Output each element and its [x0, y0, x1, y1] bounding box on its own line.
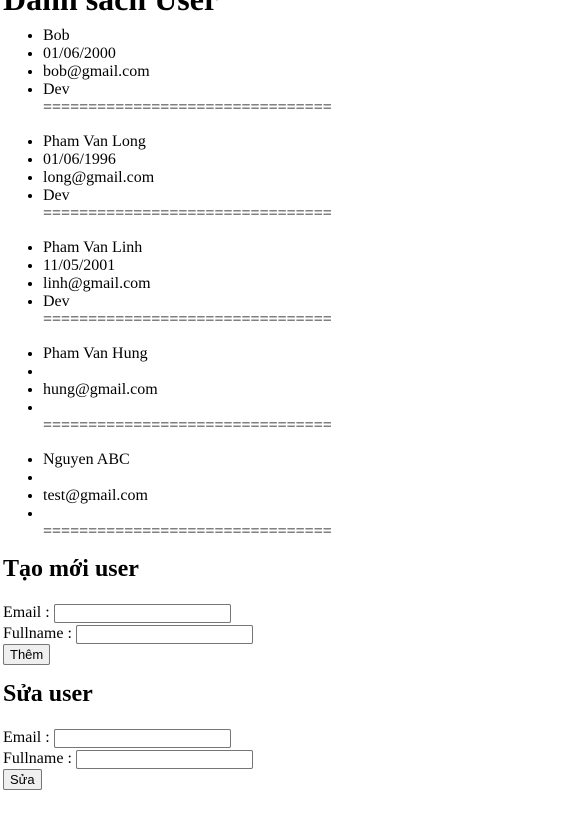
- create-fullname-input[interactable]: [75, 624, 253, 644]
- separator: ================================: [43, 205, 332, 222]
- user-role: Dev: [43, 81, 558, 99]
- user-email: test@gmail.com: [43, 487, 558, 505]
- user-details: Bob 01/06/2000 bob@gmail.com Dev: [3, 27, 558, 99]
- create-email-row: Email :: [3, 602, 558, 623]
- user-email: long@gmail.com: [43, 169, 558, 187]
- edit-user-heading: Sửa user: [3, 681, 93, 707]
- user-birthday: 11/05/2001: [43, 257, 558, 275]
- page: Danh sách User Bob 01/06/2000 bob@gmail.…: [3, 0, 558, 790]
- edit-form-body: Email : Fullname : Sửa: [3, 727, 558, 790]
- user-role: Dev: [43, 293, 558, 311]
- user-birthday: 01/06/1996: [43, 151, 558, 169]
- user-name: Pham Van Linh: [43, 239, 558, 257]
- user-birthday: [43, 363, 558, 381]
- user-birthday: [43, 469, 558, 487]
- separator: ================================: [43, 99, 332, 116]
- user-details: Pham Van Hung hung@gmail.com: [3, 345, 558, 417]
- edit-user-form: Email : Fullname : Sửa: [3, 727, 558, 790]
- separator: ================================: [43, 523, 332, 540]
- user-role: Dev: [43, 187, 558, 205]
- user-card: Pham Van Hung hung@gmail.com ===========…: [3, 345, 558, 435]
- create-email-input[interactable]: [53, 603, 231, 623]
- edit-button-row: Sửa: [3, 769, 558, 790]
- create-user-form: Email : Fullname : Thêm: [3, 602, 558, 665]
- user-details: Nguyen ABC test@gmail.com: [3, 451, 558, 523]
- user-name: Bob: [43, 27, 558, 45]
- page-title: Danh sách User: [3, 0, 558, 18]
- user-card: Bob 01/06/2000 bob@gmail.com Dev =======…: [3, 27, 558, 117]
- user-email: bob@gmail.com: [43, 63, 558, 81]
- create-form-body: Email : Fullname : Thêm: [3, 602, 558, 665]
- separator: ================================: [43, 311, 332, 328]
- user-details: Pham Van Linh 11/05/2001 linh@gmail.com …: [3, 239, 558, 311]
- user-card: Pham Van Long 01/06/1996 long@gmail.com …: [3, 133, 558, 223]
- create-email-label: Email :: [3, 604, 50, 621]
- user-name: Pham Van Long: [43, 133, 558, 151]
- separator: ================================: [43, 417, 332, 434]
- create-fullname-row: Fullname :: [3, 623, 558, 644]
- user-role: [43, 505, 558, 523]
- add-user-button[interactable]: Thêm: [3, 644, 51, 665]
- user-details: Pham Van Long 01/06/1996 long@gmail.com …: [3, 133, 558, 205]
- edit-fullname-input[interactable]: [75, 749, 253, 769]
- user-list: Bob 01/06/2000 bob@gmail.com Dev =======…: [3, 27, 558, 541]
- edit-fullname-label: Fullname :: [3, 750, 72, 767]
- edit-fullname-row: Fullname :: [3, 748, 558, 769]
- create-user-heading: Tạo mới user: [3, 556, 139, 582]
- user-birthday: 01/06/2000: [43, 45, 558, 63]
- edit-email-row: Email :: [3, 727, 558, 748]
- user-name: Pham Van Hung: [43, 345, 558, 363]
- save-user-button[interactable]: Sửa: [3, 769, 42, 790]
- edit-email-input[interactable]: [53, 728, 231, 748]
- user-email: hung@gmail.com: [43, 381, 558, 399]
- create-button-row: Thêm: [3, 644, 558, 665]
- user-email: linh@gmail.com: [43, 275, 558, 293]
- user-card: Nguyen ABC test@gmail.com ==============…: [3, 451, 558, 541]
- create-fullname-label: Fullname :: [3, 625, 72, 642]
- user-name: Nguyen ABC: [43, 451, 558, 469]
- edit-email-label: Email :: [3, 729, 50, 746]
- user-card: Pham Van Linh 11/05/2001 linh@gmail.com …: [3, 239, 558, 329]
- user-role: [43, 399, 558, 417]
